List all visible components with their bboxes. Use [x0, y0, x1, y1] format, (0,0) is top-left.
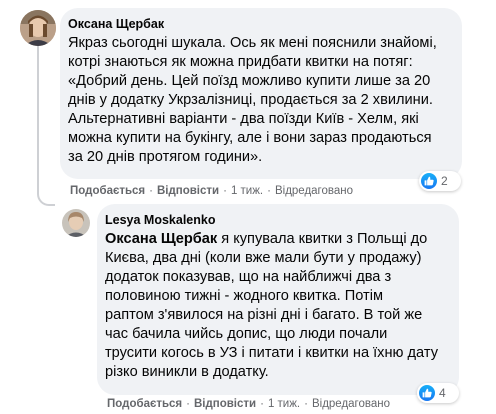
comment-text-line: Києва, два дні (коли вже мали бути у про… — [105, 250, 422, 266]
comment-text: Оксана Щербак я купувала квитки з Польщі… — [105, 230, 449, 382]
comment-text-line: Оксана Щербак я купувала квитки з Польщі… — [105, 230, 449, 249]
comment-text-line: днів у додатку Укрзалізниці, продається … — [68, 92, 433, 108]
comment-actions: Подобається · Відповісти · 1 тиж. · Відредагов… — [70, 185, 354, 197]
comment-text-line: Альтернативні варіанти - два поїзди Київ… — [68, 111, 419, 127]
comment-text-line: додаток показував, що на найближчі два з — [105, 269, 392, 285]
reply-button[interactable]: Відповісти — [157, 185, 219, 197]
comment-actions: Подобається · Відповісти · 1 тиж. · Відредагов… — [107, 398, 391, 410]
comment-text-line: час бачила чийсь допис, що люди почали — [105, 326, 388, 342]
like-icon — [421, 173, 437, 189]
comment-text-fragment: я купувала квитки з Польщі до — [217, 231, 428, 247]
avatar[interactable] — [62, 209, 90, 237]
comment-text-line: «Добрий день. Цей поїзд можливо купити л… — [68, 73, 431, 89]
comment-timestamp[interactable]: 1 тиж. — [231, 185, 263, 197]
comment-text-line: можна купити на букінгу, але і вони зара… — [68, 130, 432, 146]
comment: Оксана Щербак Якраз сьогодні шукала. Ось… — [0, 0, 496, 200]
mention-link[interactable]: Оксана Щербак — [105, 231, 217, 247]
comment-author[interactable]: Lesya Moskalenko — [105, 212, 449, 228]
comment-bubble: Оксана Щербак Якраз сьогодні шукала. Ось… — [60, 8, 462, 179]
user-photo-icon — [62, 209, 90, 237]
comment-text-line: котрі знаються як можна придбати квитки … — [68, 54, 413, 70]
comment-text-line: раптом з'явилося на різні дні і багато. … — [105, 307, 423, 323]
like-button[interactable]: Подобається — [70, 185, 145, 197]
reaction-count: 4 — [439, 386, 446, 400]
user-photo-icon — [20, 10, 56, 46]
comment-text: Якраз сьогодні шукала. Ось як мені поясн… — [68, 34, 450, 167]
comment-text-line: трусити когось в УЗ і питати і квитки на… — [105, 345, 438, 361]
comment-text-line: різко виникли в додатку. — [105, 364, 269, 380]
reply-comment: Lesya Moskalenko Оксана Щербак я купувал… — [0, 200, 496, 414]
comment-timestamp[interactable]: 1 тиж. — [268, 398, 300, 410]
avatar[interactable] — [20, 10, 56, 46]
like-icon — [419, 385, 435, 401]
edited-label: Відредаговано — [311, 398, 391, 410]
comment-bubble: Lesya Moskalenko Оксана Щербак я купувал… — [97, 204, 459, 395]
reaction-badge[interactable]: 2 — [419, 171, 461, 191]
comment-author[interactable]: Оксана Щербак — [68, 16, 450, 32]
comment-text-line: половиною тижні - жодного квитка. Потім — [105, 288, 384, 304]
reaction-badge[interactable]: 4 — [417, 383, 459, 403]
edited-label: Відредаговано — [274, 185, 354, 197]
comment-text-line: Якраз сьогодні шукала. Ось як мені поясн… — [68, 35, 437, 51]
reply-button[interactable]: Відповісти — [194, 398, 256, 410]
reaction-count: 2 — [441, 174, 448, 188]
like-button[interactable]: Подобається — [107, 398, 182, 410]
comment-text-line: за 20 днів протягом години». — [68, 149, 263, 165]
